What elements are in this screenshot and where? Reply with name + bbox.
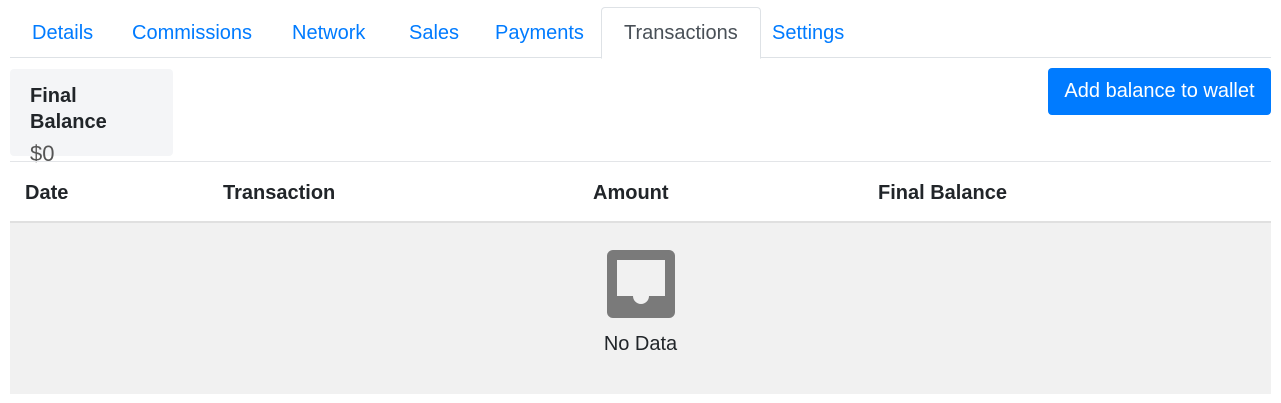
tab-transactions[interactable]: Transactions (601, 7, 761, 59)
empty-table-body: No Data (10, 223, 1271, 394)
column-header-amount[interactable]: Amount (593, 162, 669, 224)
tab-details[interactable]: Details (10, 7, 115, 58)
add-balance-button[interactable]: Add balance to wallet (1048, 68, 1271, 115)
tab-network[interactable]: Network (270, 7, 387, 58)
transactions-table-header: Date Transaction Amount Final Balance (10, 162, 1271, 223)
empty-inbox-icon (607, 250, 675, 318)
no-data-text: No Data (603, 333, 678, 355)
tab-settings[interactable]: Settings (750, 7, 866, 58)
final-balance-card: Final Balance $0 (10, 69, 173, 166)
final-balance-label: Final Balance (30, 85, 107, 133)
tab-payments[interactable]: Payments (473, 7, 606, 58)
tab-bar: Details Commissions Network Sales Paymen… (10, 0, 1271, 59)
column-header-date[interactable]: Date (25, 162, 68, 224)
tab-sales[interactable]: Sales (387, 7, 481, 58)
tab-commissions[interactable]: Commissions (110, 7, 274, 58)
column-header-transaction[interactable]: Transaction (223, 162, 335, 224)
column-header-final-balance[interactable]: Final Balance (878, 162, 1007, 224)
